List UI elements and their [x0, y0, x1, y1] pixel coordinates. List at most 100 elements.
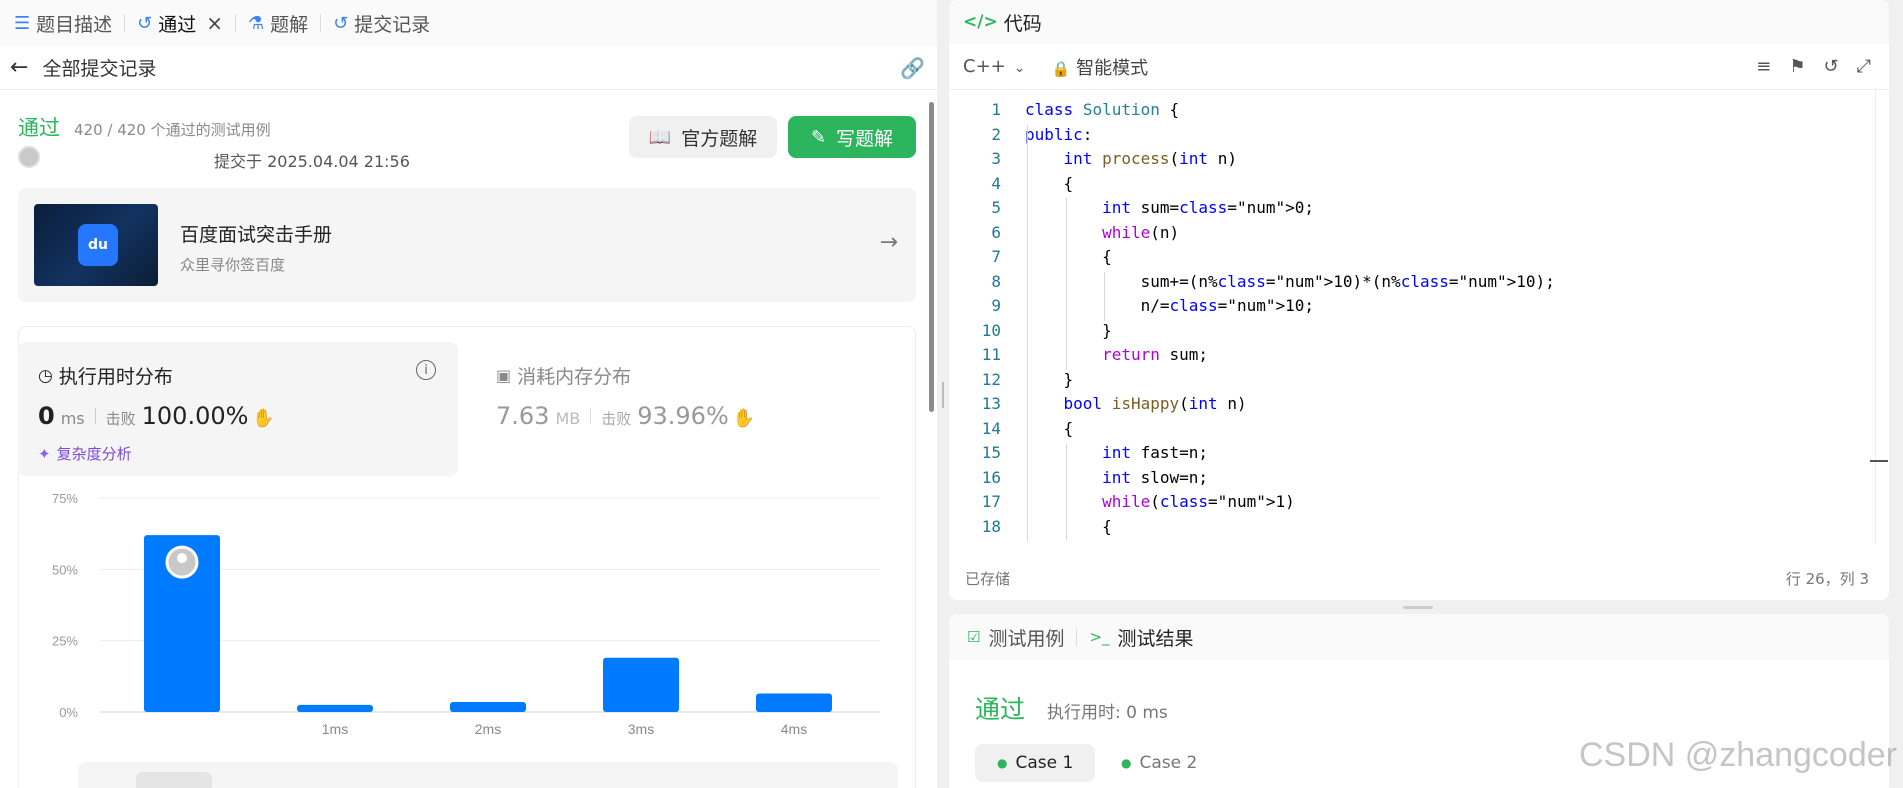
code-line[interactable]: 2 public: — [949, 125, 1889, 150]
fullscreen-icon[interactable]: ⤢ — [1857, 56, 1871, 77]
clap-icon: ✋ — [732, 408, 756, 429]
code-text: int slow=n; — [1102, 467, 1209, 487]
code-text: n/=class="num">10; — [1025, 296, 1314, 315]
line-number: 17 — [981, 492, 1001, 511]
write-solution-button[interactable]: ✎ 写题解 — [788, 116, 916, 158]
close-icon[interactable]: × — [206, 11, 223, 35]
format-icon[interactable]: ≡ — [1756, 56, 1771, 77]
code-line[interactable]: 14 { — [949, 419, 1889, 444]
scroll-marker — [1870, 460, 1888, 462]
code-line[interactable]: 7 { — [949, 247, 1889, 272]
tab-description[interactable]: ☰ 题目描述 — [14, 0, 112, 46]
info-icon[interactable]: i — [416, 360, 436, 380]
code-text: { — [1025, 516, 1112, 536]
all-submissions-title[interactable]: 全部提交记录 — [42, 54, 156, 81]
code-line[interactable]: 15 int fast=n; — [949, 443, 1889, 468]
code-text: } — [1025, 320, 1112, 340]
arrow-left-icon[interactable]: ← — [10, 55, 28, 80]
left-tab-bar: ☰ 题目描述 ↺ 通过 × ⚗ 题解 ↺ 提交记录 — [0, 0, 937, 46]
line-number: 8 — [991, 271, 1001, 291]
code-line[interactable]: 12 } — [949, 370, 1889, 395]
tab-solutions[interactable]: ⚗ 题解 — [248, 0, 308, 46]
chart-bar[interactable] — [603, 657, 679, 712]
tab-accepted[interactable]: ↺ 通过 × — [137, 0, 223, 46]
code-line[interactable]: 18 { — [949, 517, 1889, 542]
language-select[interactable]: C++ ⌄ — [963, 56, 1025, 77]
line-number: 10 — [981, 320, 1001, 340]
code-line[interactable]: 13 bool isHappy(int n) — [949, 394, 1889, 419]
case-1-label: Case 1 — [1015, 753, 1074, 773]
code-line[interactable]: 17 while(class="num">1) — [949, 492, 1889, 517]
history-icon: ↺ — [137, 12, 153, 34]
tab-accepted-label: 通过 — [158, 13, 197, 36]
runtime-unit: ms — [60, 409, 85, 428]
case-tab-1[interactable]: ● Case 1 — [975, 744, 1096, 782]
test-tabs: ☑ 测试用例 >_ 测试结果 — [949, 614, 1889, 660]
write-solution-label: 写题解 — [836, 127, 894, 150]
arrow-right-icon[interactable]: → — [880, 230, 898, 255]
avatar[interactable] — [18, 146, 40, 168]
history-icon: ↺ — [333, 12, 349, 34]
code-status-bar: 已存储 行 26，列 3 — [949, 556, 1889, 600]
bookmark-icon[interactable]: ⚑ — [1789, 56, 1805, 77]
reset-icon[interactable]: ↺ — [1824, 56, 1839, 77]
memory-beat-percent: 93.96% — [637, 402, 729, 430]
editor-tools: ≡ ⚑ ↺ ⤢ — [1756, 56, 1871, 77]
ad-banner[interactable]: du 百度面试突击手册 众里寻你签百度 → — [18, 188, 916, 302]
code-line[interactable]: 11 return sum; — [949, 345, 1889, 370]
tab-test-result[interactable]: 测试结果 — [1118, 624, 1194, 651]
book-icon: 📖 — [648, 126, 672, 148]
code-text: bool isHappy(int n) — [1063, 394, 1247, 413]
runtime-heading: ◷ 执行用时分布 — [38, 362, 173, 389]
code-line[interactable]: 6 while(n) — [949, 223, 1889, 248]
code-text: { — [1025, 247, 1112, 266]
clock-icon: ◷ — [38, 365, 53, 386]
smart-mode-toggle[interactable]: 🔒 智能模式 — [1051, 54, 1148, 80]
code-line[interactable]: 3 int process(int n) — [949, 149, 1889, 174]
panel-resizer[interactable] — [937, 0, 949, 788]
memory-beat-label: 击败 — [601, 410, 632, 428]
test-runtime: 执行用时: 0 ms — [1047, 703, 1168, 723]
left-scrollbar[interactable] — [929, 102, 934, 412]
code-line[interactable]: 9 n/=class="num">10; — [949, 296, 1889, 321]
vertical-split-handle[interactable] — [1403, 606, 1433, 609]
official-solution-button[interactable]: 📖 官方题解 — [629, 116, 777, 158]
code-line[interactable]: 10 } — [949, 321, 1889, 346]
line-number: 2 — [991, 124, 1001, 144]
code-line[interactable]: 5 int sum=class="num">0; — [949, 198, 1889, 223]
complexity-analysis-link[interactable]: ✦ 复杂度分析 — [38, 443, 132, 464]
code-line[interactable]: 4 { — [949, 174, 1889, 199]
code-panel: </> 代码 C++ ⌄ 🔒 智能模式 ≡ ⚑ ↺ ⤢ 1 class Solutio… — [949, 0, 1889, 600]
code-toolbar: C++ ⌄ 🔒 智能模式 ≡ ⚑ ↺ ⤢ — [949, 44, 1889, 90]
sparkle-icon: ✦ — [38, 444, 51, 463]
tab-submissions[interactable]: ↺ 提交记录 — [333, 0, 430, 46]
case-tab-2[interactable]: ● Case 2 — [1099, 744, 1219, 782]
code-line[interactable]: 8 sum+=(n%class="num">10)*(n%class="num"… — [949, 272, 1889, 297]
resize-grip[interactable] — [942, 382, 944, 408]
code-preview-card — [78, 762, 898, 788]
code-line[interactable]: 16 int slow=n; — [949, 468, 1889, 493]
stat-divider — [94, 408, 96, 424]
code-line[interactable]: 1 class Solution { — [949, 100, 1889, 125]
code-text: class Solution { — [1025, 100, 1180, 119]
tab-testcases[interactable]: 测试用例 — [988, 624, 1064, 651]
memory-stat: 7.63 MB 击败 93.96% ✋ — [496, 402, 755, 430]
indent-guide — [1065, 443, 1067, 541]
chart-bar[interactable] — [297, 704, 373, 712]
editor-scrollbar[interactable] — [1875, 90, 1889, 544]
chart-bar[interactable] — [450, 702, 526, 712]
indent-guide — [1104, 271, 1106, 321]
line-number: 11 — [981, 345, 1001, 364]
tab-divider — [320, 14, 322, 32]
link-icon[interactable]: 🔗 — [900, 56, 925, 80]
tab-divider — [1076, 628, 1078, 646]
left-panel: ☰ 题目描述 ↺ 通过 × ⚗ 题解 ↺ 提交记录 ← 全部提交记录 🔗 通过 … — [0, 0, 937, 788]
chart-bar[interactable] — [756, 693, 832, 712]
memory-heading[interactable]: ▣ 消耗内存分布 — [496, 362, 631, 389]
memory-title: 消耗内存分布 — [517, 366, 632, 388]
runtime-value: 0 — [38, 402, 55, 430]
memory-unit: MB — [555, 409, 581, 428]
tab-divider — [235, 14, 237, 32]
pass-dot-icon: ● — [1121, 756, 1132, 770]
code-editor[interactable]: 1 class Solution {2 public: 3 int process(i… — [949, 100, 1889, 544]
